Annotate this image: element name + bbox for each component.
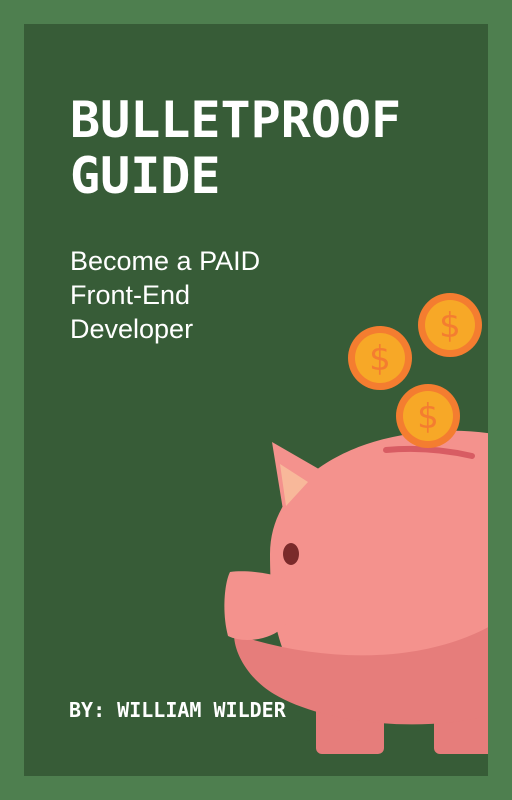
author-byline: BY: WILLIAM WILDER	[69, 698, 286, 722]
title-line: BULLETPROOF	[70, 91, 402, 149]
book-title: BULLETPROOF GUIDE	[70, 92, 488, 204]
svg-text:$: $	[369, 339, 391, 379]
title-line: GUIDE	[70, 147, 221, 205]
subtitle-line: Developer	[70, 314, 194, 344]
cover-panel: $ $ $ BULLETPROOF GUIDE Become a PAID Fr…	[24, 24, 488, 776]
svg-text:$: $	[439, 306, 461, 346]
coin-icon: $	[418, 293, 482, 357]
book-cover: $ $ $ BULLETPROOF GUIDE Become a PAID Fr…	[0, 0, 512, 800]
subtitle-line: Front-End	[70, 280, 191, 310]
coin-icon: $	[396, 384, 460, 448]
book-subtitle: Become a PAID Front-End Developer	[70, 244, 370, 346]
subtitle-line: Become a PAID	[70, 246, 261, 276]
svg-text:$: $	[417, 397, 439, 437]
